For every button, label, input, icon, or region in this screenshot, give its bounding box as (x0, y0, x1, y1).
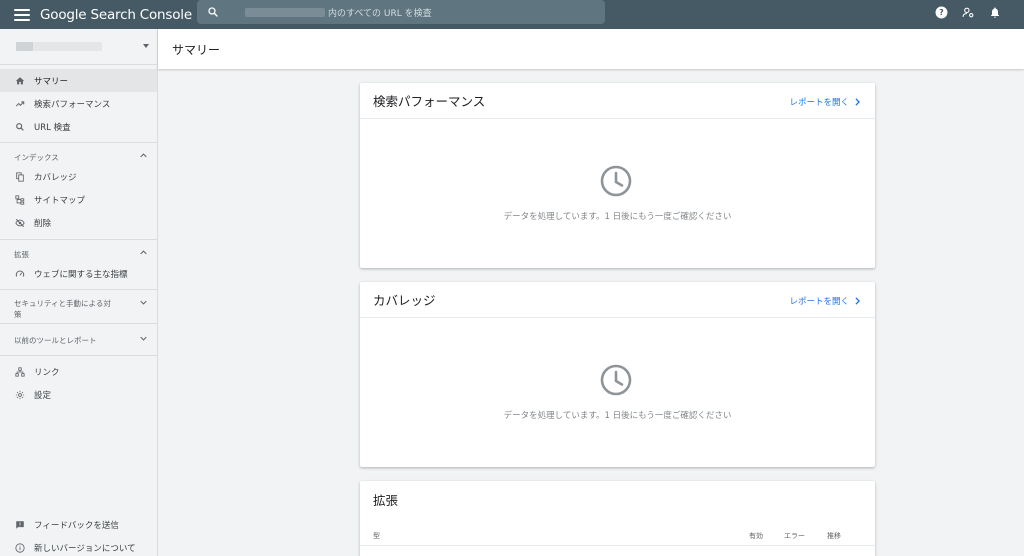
section-legacy-tools[interactable]: 以前のツールとレポート (0, 324, 157, 355)
section-label: セキュリティと手動による対 (14, 299, 111, 308)
help-icon[interactable]: ? (934, 5, 948, 19)
info-icon (15, 542, 25, 553)
sidebar-item-label: URL 検査 (34, 122, 71, 133)
section-label: 以前のツールとレポート (14, 336, 97, 345)
enhancements-card: 拡張 型 有効 エラー 推移 (360, 481, 875, 556)
search-placeholder[interactable]: 内のすべての URL を検査 (328, 6, 432, 19)
visibility-off-icon (15, 218, 25, 228)
sidebar-item-summary[interactable]: サマリー (0, 69, 157, 92)
open-report-link[interactable]: レポートを開く (789, 96, 860, 108)
sidebar-item-coverage[interactable]: カバレッジ (0, 165, 157, 188)
home-icon (15, 76, 25, 86)
app-title[interactable]: Google Search Console (40, 7, 192, 23)
gear-icon (15, 390, 25, 400)
sidebar-item-performance[interactable]: 検索パフォーマンス (0, 92, 157, 115)
chevron-down-icon (140, 336, 147, 341)
chevron-up-icon (140, 250, 147, 255)
top-app-bar: Google Search Console 内のすべての URL を検査 ? (0, 0, 1024, 29)
performance-card: 検索パフォーマンス レポートを開く データを処理しています。1 日後にもう一度ご… (360, 83, 875, 268)
divider (360, 545, 875, 546)
clock-icon (600, 165, 632, 197)
search-icon (208, 7, 218, 17)
coverage-card: カバレッジ レポートを開く データを処理しています。1 日後にもう一度ご確認くだ… (360, 282, 875, 467)
open-report-label: レポートを開く (789, 297, 849, 307)
sidebar-item-label: フィードバックを送信 (34, 520, 119, 531)
page-title: サマリー (172, 42, 221, 57)
search-icon (15, 122, 25, 132)
section-enhancements[interactable]: 拡張 (0, 240, 157, 262)
svg-text:?: ? (939, 8, 943, 17)
speed-icon (15, 269, 25, 279)
chevron-right-icon (855, 98, 860, 106)
page-header: サマリー (158, 29, 1024, 69)
chevron-right-icon (855, 297, 860, 305)
sidebar-item-label: 新しいバージョンについて (34, 543, 136, 554)
section-label-continued: 策 (14, 310, 22, 319)
sidebar-item-label: 設定 (34, 390, 52, 401)
sidebar-item-url-inspection[interactable]: URL 検査 (0, 115, 157, 138)
notifications-icon[interactable] (988, 5, 1002, 19)
sidebar-item-sitemaps[interactable]: サイトマップ (0, 188, 157, 211)
card-title: カバレッジ (373, 293, 436, 308)
sidebar: サマリー 検索パフォーマンス URL 検査 インデックス カバレッジ サイトマッ… (0, 29, 158, 556)
enhancements-table-header: 型 有効 エラー 推移 (360, 527, 875, 547)
sitemap-icon (15, 194, 25, 205)
hamburger-menu-icon[interactable] (14, 8, 30, 21)
sidebar-item-label: カバレッジ (34, 172, 77, 183)
sidebar-item-label: サイトマップ (34, 195, 86, 206)
open-report-link[interactable]: レポートを開く (789, 295, 860, 307)
user-settings-icon[interactable] (961, 5, 975, 19)
section-security-manual-actions[interactable]: セキュリティと手動による対 策 (0, 290, 157, 323)
column-header-trend: 推移 (827, 532, 841, 540)
section-label: 拡張 (14, 250, 29, 259)
sidebar-item-label: 削除 (34, 218, 52, 229)
property-url-redacted (245, 7, 325, 17)
property-name-redacted (16, 42, 102, 51)
copy-icon (15, 171, 25, 182)
section-label: インデックス (14, 153, 59, 162)
trending-up-icon (15, 99, 25, 109)
column-header-errors: エラー (784, 532, 805, 540)
feedback-icon (15, 520, 25, 530)
card-title: 検索パフォーマンス (373, 94, 486, 109)
chevron-up-icon (140, 153, 147, 158)
url-inspection-search[interactable]: 内のすべての URL を検査 (197, 0, 605, 24)
clock-icon (600, 364, 632, 396)
sidebar-item-label: ウェブに関する主な指標 (34, 269, 128, 280)
sidebar-item-label: リンク (34, 367, 60, 378)
caret-down-icon (143, 44, 149, 48)
links-icon (15, 366, 25, 377)
sidebar-item-links[interactable]: リンク (0, 360, 157, 383)
column-header-valid: 有効 (749, 532, 763, 540)
sidebar-item-about-new-version[interactable]: 新しいバージョンについて (0, 536, 157, 556)
card-title: 拡張 (373, 492, 399, 508)
column-header-type: 型 (373, 532, 380, 540)
section-index[interactable]: インデックス (0, 143, 157, 165)
processing-message: データを処理しています。1 日後にもう一度ご確認ください (503, 411, 732, 421)
sidebar-item-core-web-vitals[interactable]: ウェブに関する主な指標 (0, 262, 157, 285)
sidebar-item-settings[interactable]: 設定 (0, 383, 157, 406)
sidebar-item-removals[interactable]: 削除 (0, 211, 157, 234)
sidebar-item-label: サマリー (34, 76, 69, 87)
processing-message: データを処理しています。1 日後にもう一度ご確認ください (503, 212, 732, 222)
sidebar-item-label: 検索パフォーマンス (34, 99, 111, 110)
open-report-label: レポートを開く (789, 98, 849, 108)
property-selector[interactable] (0, 29, 157, 65)
sidebar-item-send-feedback[interactable]: フィードバックを送信 (0, 513, 157, 536)
chevron-down-icon (140, 300, 147, 305)
